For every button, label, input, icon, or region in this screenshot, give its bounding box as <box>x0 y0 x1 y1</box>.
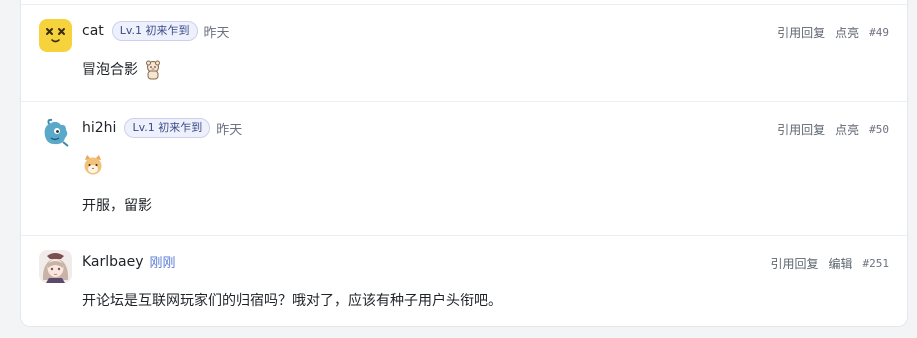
reply-post: cat Lv.1 初来乍到 昨天 引用回复 点亮 #49 冒泡合影 <box>21 4 907 102</box>
floor-number[interactable]: #50 <box>869 123 889 136</box>
dog-face-icon <box>39 19 72 52</box>
post-time: 昨天 <box>216 122 243 138</box>
user-level-badge: Lv.1 初来乍到 <box>124 118 211 138</box>
post-text: 开服，留影 <box>82 198 152 214</box>
post-actions: 引用回复 点亮 #50 <box>777 121 889 138</box>
post-time: 刚刚 <box>149 256 176 271</box>
like-button[interactable]: 点亮 <box>835 24 859 41</box>
floor-number[interactable]: #49 <box>869 26 889 39</box>
quote-reply-button[interactable]: 引用回复 <box>777 24 825 41</box>
reply-thread: cat Lv.1 初来乍到 昨天 引用回复 点亮 #49 冒泡合影 hi2hi … <box>20 0 908 327</box>
user-level-badge: Lv.1 初来乍到 <box>111 21 198 41</box>
floor-number[interactable]: #251 <box>863 257 890 270</box>
avatar[interactable] <box>39 19 72 52</box>
username[interactable]: Karlbaey <box>82 254 144 270</box>
username[interactable]: hi2hi <box>82 120 116 136</box>
blue-creature-icon <box>39 116 72 149</box>
cat-sticker-icon <box>82 154 104 176</box>
like-button[interactable]: 点亮 <box>835 121 859 138</box>
edit-button[interactable]: 编辑 <box>828 255 852 272</box>
post-meta: hi2hi Lv.1 初来乍到 昨天 <box>82 118 242 138</box>
username[interactable]: cat <box>82 23 104 39</box>
avatar[interactable] <box>39 250 72 283</box>
post-sticker <box>82 154 104 182</box>
post-actions: 引用回复 点亮 #49 <box>777 24 889 41</box>
post-time: 昨天 <box>203 25 230 41</box>
post-actions: 引用回复 编辑 #251 <box>770 255 889 272</box>
reply-post: Karlbaey 刚刚 引用回复 编辑 #251 开论坛是互联网玩家们的归宿吗？… <box>21 236 907 327</box>
post-content: 冒泡合影 <box>82 59 164 81</box>
quote-reply-button[interactable]: 引用回复 <box>770 255 818 272</box>
reply-post: hi2hi Lv.1 初来乍到 昨天 引用回复 点亮 #50 开服，留影 <box>21 102 907 236</box>
post-text: 开论坛是互联网玩家们的归宿吗？哦对了，应该有种子用户头衔吧。 <box>82 293 502 309</box>
quote-reply-button[interactable]: 引用回复 <box>777 121 825 138</box>
anime-girl-icon <box>39 250 72 283</box>
bear-sticker-icon <box>142 59 164 81</box>
post-meta: Karlbaey 刚刚 <box>82 252 176 272</box>
post-meta: cat Lv.1 初来乍到 昨天 <box>82 21 230 41</box>
post-text: 冒泡合影 <box>82 62 138 78</box>
avatar[interactable] <box>39 116 72 149</box>
